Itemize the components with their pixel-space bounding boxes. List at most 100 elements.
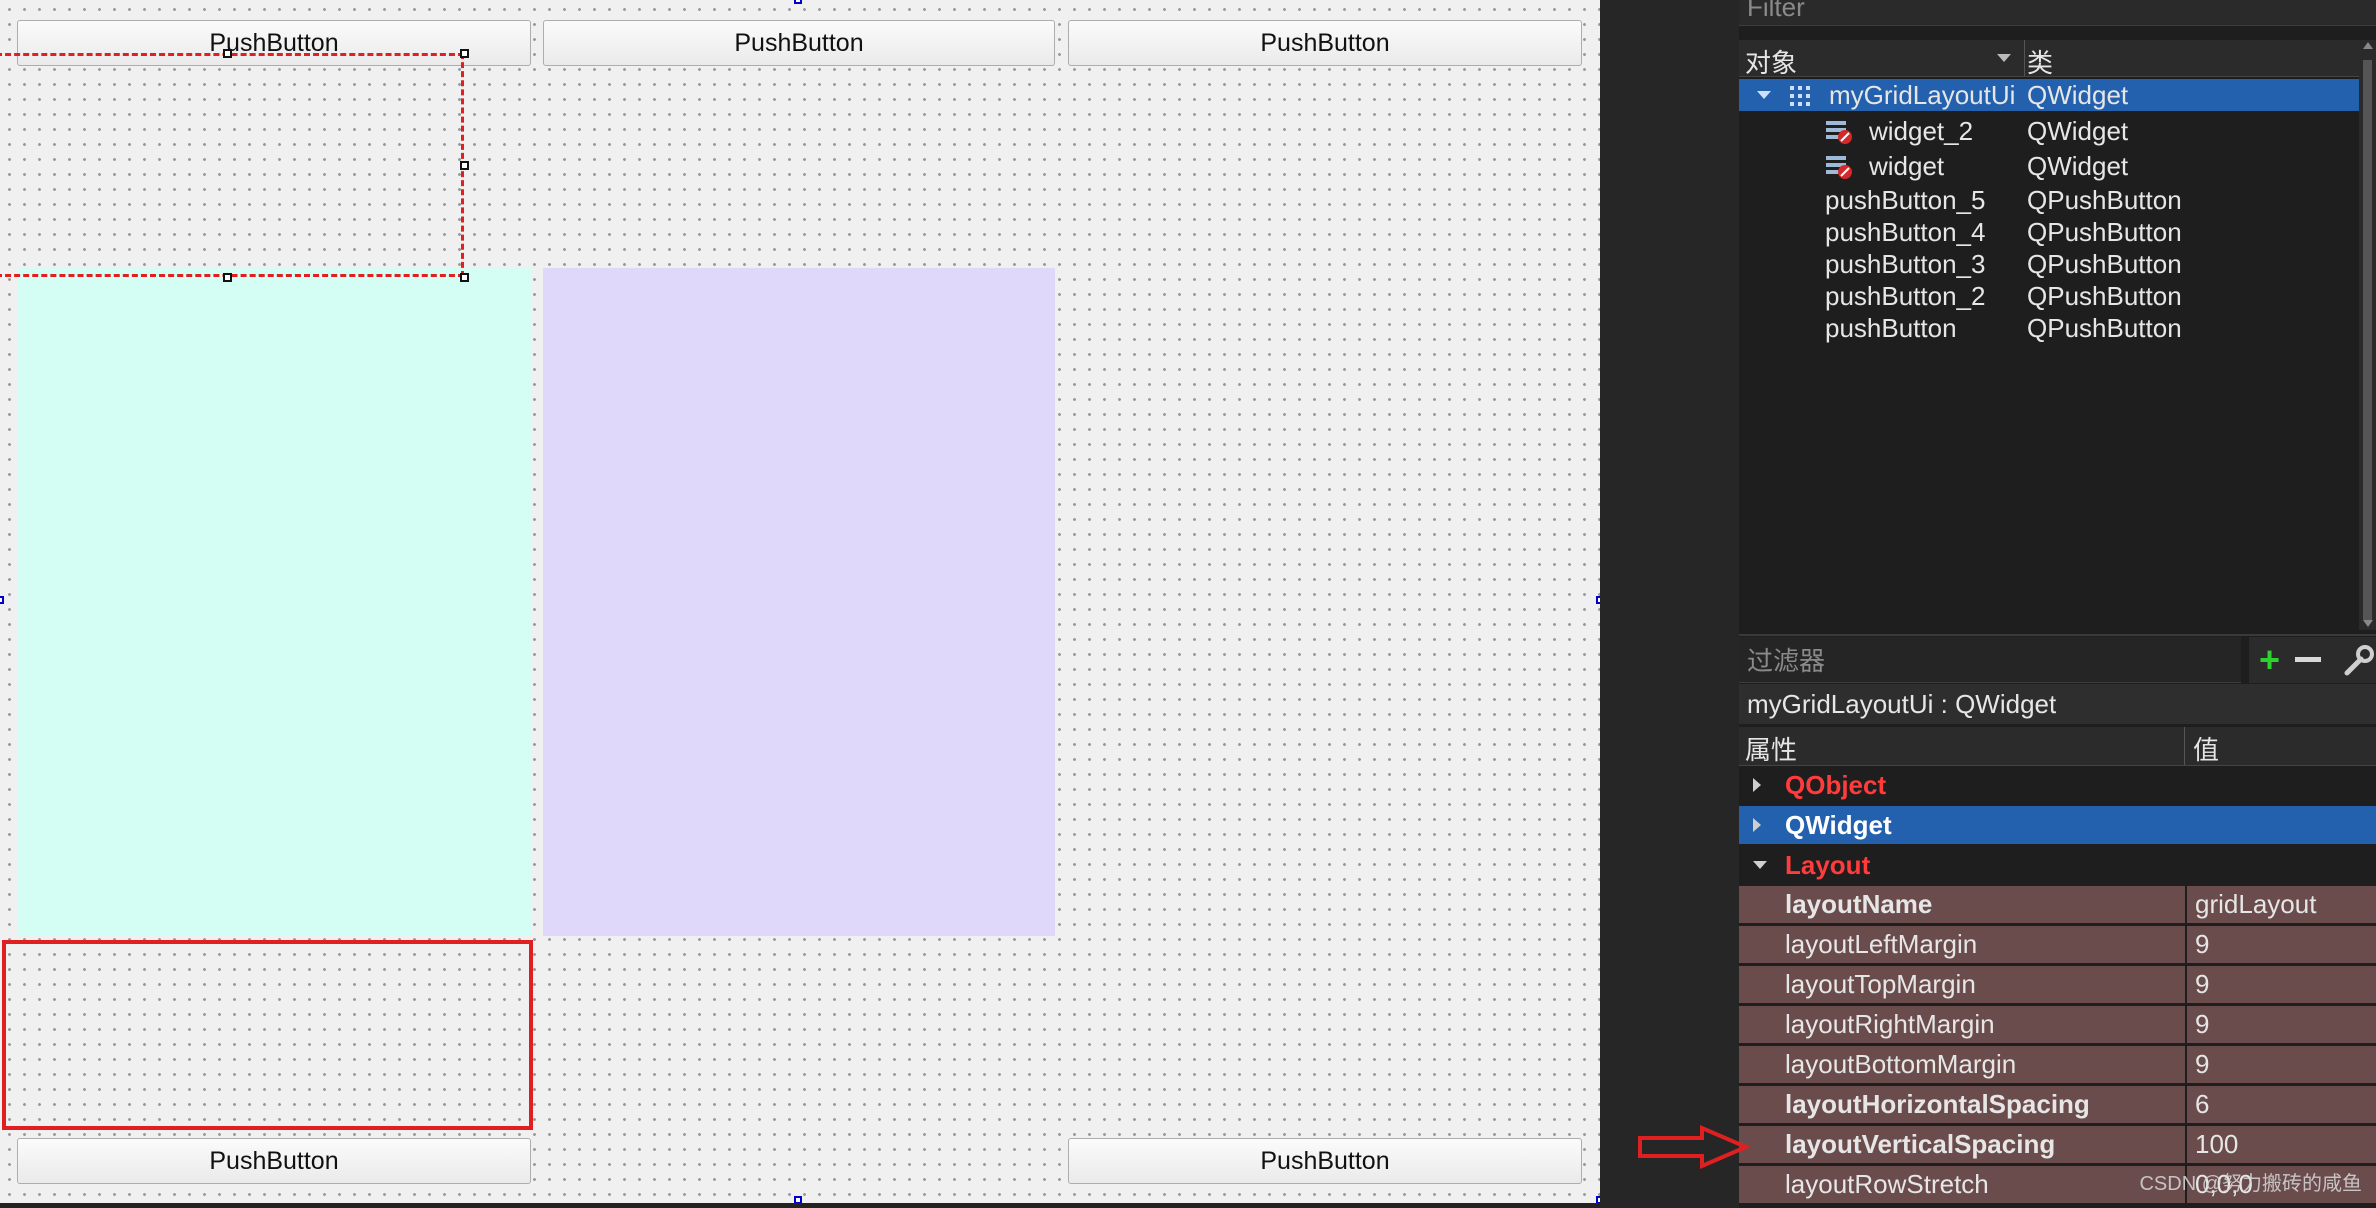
inspector-panel: Filter 对象 类 myGridLayoutUi QWidget widge… [1739, 0, 2376, 1208]
property-value[interactable]: 6 [2187, 1086, 2376, 1123]
object-filter-input[interactable]: Filter [1739, 0, 2376, 26]
tree-row-pushButton_5[interactable]: pushButton_5 QPushButton [1739, 184, 2359, 216]
wrench-icon[interactable] [2343, 643, 2375, 677]
property-row-layoutBottomMargin[interactable]: layoutBottomMargin 9 [1739, 1046, 2376, 1084]
header-divider [2024, 40, 2025, 76]
canvas-bottom-edge [0, 1203, 1600, 1208]
property-row-layoutName[interactable]: layoutName gridLayout [1739, 886, 2376, 924]
object-name: pushButton_2 [1825, 280, 1986, 311]
widget-lavender[interactable] [543, 268, 1055, 936]
object-tree-scrollbar[interactable] [2359, 40, 2376, 630]
property-value[interactable]: 100 [2187, 1126, 2376, 1163]
sort-arrow-icon [1997, 54, 2011, 62]
property-filter-placeholder: 过滤器 [1747, 646, 1826, 676]
property-name: layoutLeftMargin [1739, 926, 2185, 963]
property-value[interactable]: 9 [2187, 1006, 2376, 1043]
widget-2-cyan[interactable] [17, 268, 531, 936]
tree-row-pushButton_3[interactable]: pushButton_3 QPushButton [1739, 248, 2359, 280]
form-resize-handle[interactable] [794, 0, 802, 4]
tree-row-widget[interactable]: widget QWidget [1739, 150, 2359, 182]
group-label: Layout [1785, 849, 1871, 880]
scroll-down-arrow-icon[interactable] [2363, 620, 2373, 627]
property-name: layoutRightMargin [1739, 1006, 2185, 1043]
annotation-arrow-icon [1638, 1124, 1752, 1170]
expand-arrow-icon[interactable] [1753, 818, 1761, 832]
object-class: QWidget [2027, 150, 2129, 181]
resize-handle[interactable] [223, 273, 232, 282]
add-property-icon[interactable]: + [2259, 642, 2280, 678]
property-value[interactable]: gridLayout [2187, 886, 2376, 923]
group-label: QWidget [1785, 809, 1892, 840]
property-row-layoutHorizontalSpacing[interactable]: layoutHorizontalSpacing 6 [1739, 1086, 2376, 1124]
tree-row-pushButton[interactable]: pushButton QPushButton [1739, 312, 2359, 344]
property-name: layoutRowStretch [1739, 1166, 2185, 1203]
panel-splitter[interactable] [1739, 634, 2376, 636]
group-qwidget[interactable]: QWidget [1739, 806, 2376, 844]
panel-gap [1600, 0, 1739, 1208]
property-name: layoutName [1739, 886, 2185, 923]
property-row-layoutTopMargin[interactable]: layoutTopMargin 9 [1739, 966, 2376, 1004]
expand-arrow-icon[interactable] [1757, 91, 1771, 99]
collapse-arrow-icon[interactable] [1753, 861, 1767, 869]
dashed-selection-box[interactable] [0, 53, 464, 277]
object-tree-header: 对象 类 [1739, 40, 2376, 80]
object-name: pushButton_3 [1825, 248, 1986, 279]
grid-layout-icon [1790, 86, 1810, 106]
property-header: 属性 值 [1739, 727, 2376, 766]
property-filter-input[interactable]: 过滤器 [1739, 637, 2241, 683]
object-class: QWidget [2027, 79, 2129, 110]
object-class: QWidget [2027, 115, 2129, 146]
push-button-bottom-right[interactable]: PushButton [1068, 1138, 1582, 1184]
tree-row-pushButton_2[interactable]: pushButton_2 QPushButton [1739, 280, 2359, 312]
object-class: QPushButton [2027, 248, 2182, 279]
resize-handle[interactable] [460, 273, 469, 282]
property-object-title: myGridLayoutUi : QWidget [1739, 684, 2376, 724]
group-label: QObject [1785, 769, 1887, 800]
resize-handle[interactable] [460, 49, 469, 58]
object-class: QPushButton [2027, 184, 2182, 215]
scroll-up-arrow-icon[interactable] [2363, 42, 2373, 49]
object-name: pushButton_4 [1825, 216, 1986, 247]
property-row-layoutRightMargin[interactable]: layoutRightMargin 9 [1739, 1006, 2376, 1044]
group-layout[interactable]: Layout [1739, 846, 2376, 884]
tree-row-myGridLayoutUi[interactable]: myGridLayoutUi QWidget [1739, 79, 2359, 111]
object-name: widget_2 [1869, 115, 1974, 146]
form-canvas[interactable]: PushButton PushButton PushButton PushBut… [0, 0, 1604, 1204]
property-name: layoutBottomMargin [1739, 1046, 2185, 1083]
highlight-spacing-box [2, 940, 533, 1130]
tree-row-widget_2[interactable]: widget_2 QWidget [1739, 115, 2359, 147]
header-divider [2184, 727, 2185, 765]
group-qobject[interactable]: QObject [1739, 766, 2376, 804]
object-name: myGridLayoutUi [1829, 79, 2016, 110]
property-row-layoutVerticalSpacing[interactable]: layoutVerticalSpacing 100 [1739, 1126, 2376, 1164]
property-value[interactable]: 9 [2187, 1046, 2376, 1083]
column-value[interactable]: 值 [2193, 730, 2219, 767]
property-row-layoutLeftMargin[interactable]: layoutLeftMargin 9 [1739, 926, 2376, 964]
expand-arrow-icon[interactable] [1753, 778, 1761, 792]
push-button-top-right[interactable]: PushButton [1068, 20, 1582, 66]
tree-row-pushButton_4[interactable]: pushButton_4 QPushButton [1739, 216, 2359, 248]
push-button-top-middle[interactable]: PushButton [543, 20, 1055, 66]
resize-handle[interactable] [223, 49, 232, 58]
column-class[interactable]: 类 [2027, 43, 2053, 80]
object-class: QPushButton [2027, 280, 2182, 311]
widget-broken-layout-icon [1826, 121, 1852, 144]
push-button-bottom-left[interactable]: PushButton [17, 1138, 531, 1184]
resize-handle[interactable] [460, 161, 469, 170]
property-toolbar: + [2249, 637, 2376, 683]
property-value[interactable]: 9 [2187, 926, 2376, 963]
property-name: layoutVerticalSpacing [1739, 1126, 2185, 1163]
scrollbar-thumb[interactable] [2363, 60, 2372, 620]
column-object[interactable]: 对象 [1745, 43, 1797, 80]
column-property[interactable]: 属性 [1745, 730, 1797, 767]
object-name: widget [1869, 150, 1945, 181]
object-class: QPushButton [2027, 216, 2182, 247]
csdn-watermark: CSDN @努力搬砖的咸鱼 [2139, 1173, 2362, 1195]
object-name: pushButton_5 [1825, 184, 1986, 215]
form-resize-handle[interactable] [0, 596, 4, 604]
remove-property-icon[interactable] [2295, 657, 2321, 662]
object-filter-placeholder: Filter [1747, 0, 1805, 22]
object-name: pushButton [1825, 312, 1957, 343]
object-class: QPushButton [2027, 312, 2182, 343]
property-value[interactable]: 9 [2187, 966, 2376, 1003]
